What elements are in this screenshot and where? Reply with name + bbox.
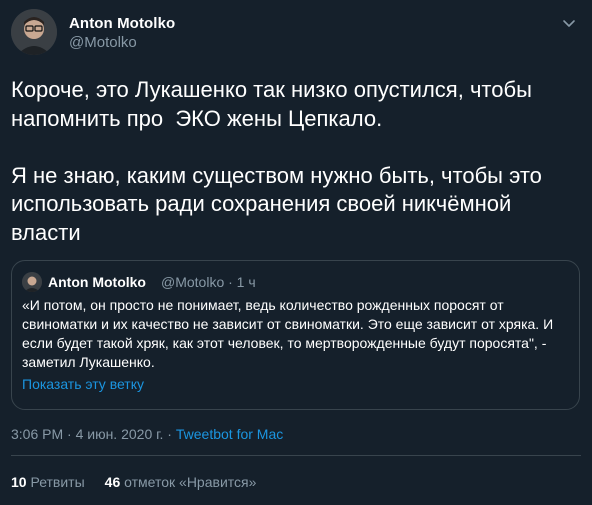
tweet-stats: 10 Ретвиты 46 отметок «Нравится» xyxy=(11,474,256,490)
avatar[interactable] xyxy=(11,9,57,55)
likes-stat[interactable]: 46 отметок «Нравится» xyxy=(105,474,257,490)
divider xyxy=(11,455,581,456)
show-thread-link[interactable]: Показать эту ветку xyxy=(22,376,144,392)
author-handle[interactable]: @Motolko xyxy=(69,34,137,51)
chevron-down-icon[interactable] xyxy=(561,15,577,31)
tweet-text: Короче, это Лукашенко так низко опустилс… xyxy=(11,77,542,245)
tweet: Anton Motolko @Motolko Короче, это Лукаш… xyxy=(0,0,592,505)
retweets-stat[interactable]: 10 Ретвиты xyxy=(11,474,85,490)
quoted-avatar xyxy=(22,272,42,292)
author-name[interactable]: Anton Motolko xyxy=(69,15,175,32)
tweet-header: Anton Motolko @Motolko xyxy=(11,9,581,55)
quoted-tweet[interactable]: Anton Motolko @Motolko · 1 ч «И потом, о… xyxy=(11,260,580,410)
retweets-count: 10 xyxy=(11,474,27,490)
likes-count: 46 xyxy=(104,474,121,490)
source-app-link[interactable]: Tweetbot for Mac xyxy=(176,426,283,442)
quoted-author-name: Anton Motolko xyxy=(48,274,146,290)
retweets-label: Ретвиты xyxy=(30,474,85,490)
tweet-meta: 3:06 PM · 4 июн. 2020 г. · Tweetbot for … xyxy=(11,426,283,442)
quoted-meta: @Motolko · 1 ч xyxy=(161,274,256,290)
quoted-text: «И потом, он просто не понимает, ведь ко… xyxy=(22,297,554,370)
timestamp[interactable]: 3:06 PM · 4 июн. 2020 г. · xyxy=(11,426,176,442)
likes-label: отметок «Нравится» xyxy=(124,474,257,490)
